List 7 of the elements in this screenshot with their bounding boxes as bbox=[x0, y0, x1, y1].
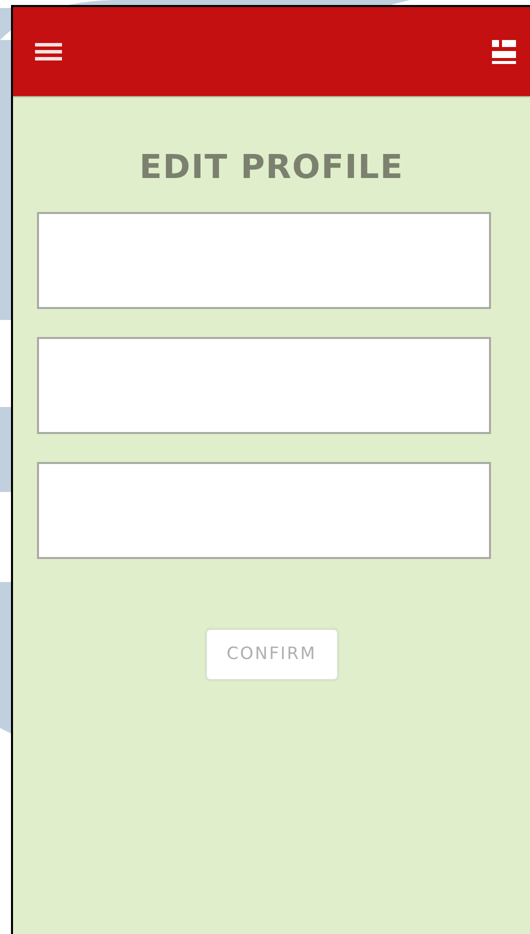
page-title: EDIT PROFILE bbox=[139, 147, 404, 187]
confirm-button[interactable]: CONFIRM bbox=[206, 629, 338, 680]
menu-icon[interactable] bbox=[35, 42, 62, 60]
layout-icon[interactable] bbox=[492, 40, 516, 64]
input-field[interactable] bbox=[37, 212, 491, 309]
input-field[interactable] bbox=[37, 337, 491, 434]
input-field[interactable] bbox=[37, 462, 491, 559]
